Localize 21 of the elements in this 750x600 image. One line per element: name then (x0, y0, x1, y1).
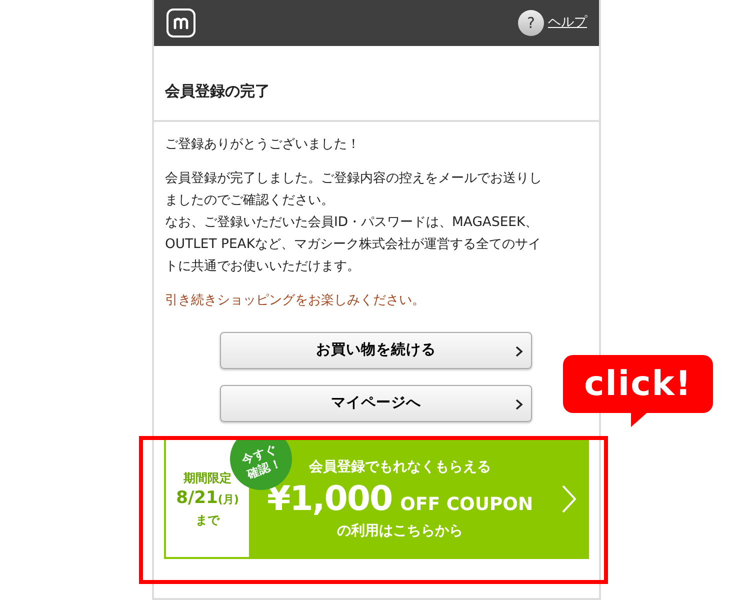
nav-button[interactable]: マイページへ (220, 385, 532, 422)
callout-bubble: click! (563, 355, 713, 413)
thanks-text: ご登録ありがとうございました！ (165, 136, 361, 154)
help-link[interactable]: ヘルプ (548, 13, 587, 33)
banner-footer: の利用はこちらから (337, 520, 463, 540)
chevron-icon (561, 484, 577, 514)
coupon-amount: ¥1,000 (266, 478, 392, 520)
chevron-icon (515, 346, 523, 357)
callout-tail (631, 411, 649, 429)
until-text: まで (196, 512, 220, 528)
help-icon[interactable]: ? (518, 10, 544, 36)
note-text: 引き続きショッピングをお楽しみください。 (165, 292, 426, 310)
nav-button[interactable]: お買い物を続ける (220, 332, 532, 369)
period-label: 期間限定 (184, 470, 232, 486)
chevron-icon (515, 399, 523, 410)
logo-icon[interactable] (166, 8, 196, 38)
date-text: 8/21(月) (176, 486, 239, 510)
banner-headline: 会員登録でもれなくもらえる (309, 458, 491, 476)
coupon-label: OFF COUPON (400, 492, 534, 516)
page-title: 会員登録の完了 (154, 46, 599, 122)
message-paragraph: 会員登録が完了しました。ご登録内容の控えをメールでお送りし ましたのでご確認ください。 なお、ご登録いただいた会員ID・パスワードは、MAGASEEK、 OUTLET PEAKなど、マガシーク株式会社が運営する全てのサイ トに共通でお使いいただけます。 (165, 170, 543, 276)
